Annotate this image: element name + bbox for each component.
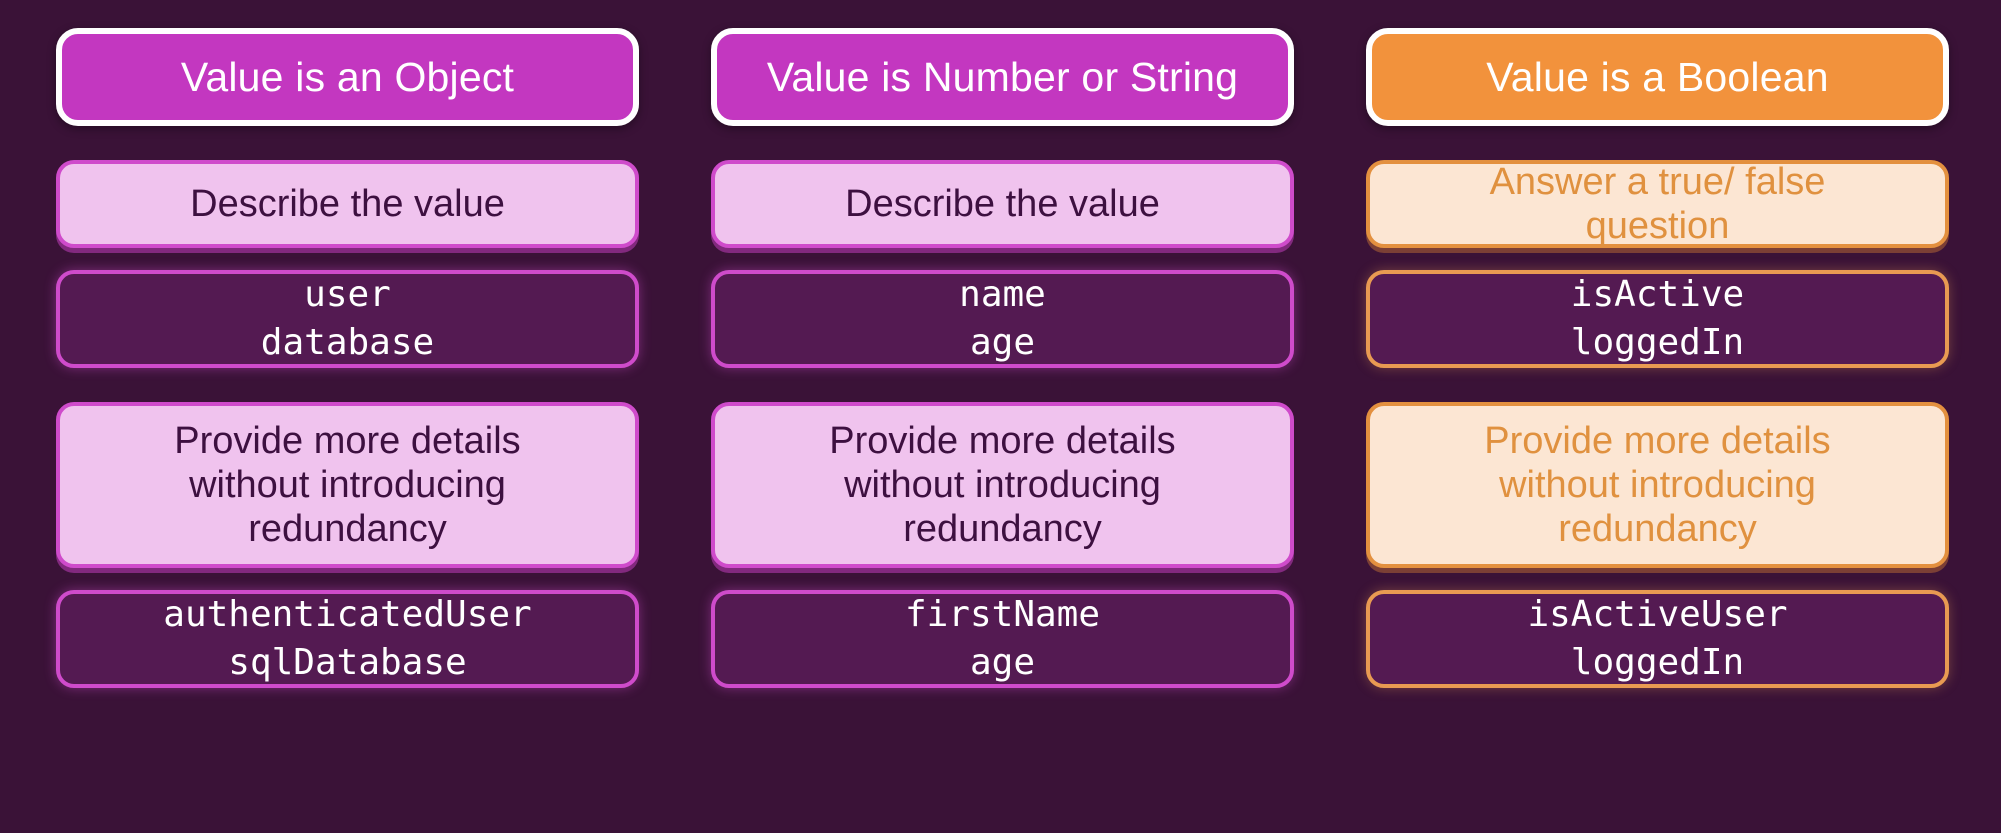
rule-secondary-object[interactable]: Provide more details without introducing… — [56, 402, 639, 568]
column-header-object[interactable]: Value is an Object — [56, 28, 639, 126]
column-header-label: Value is a Boolean — [1486, 53, 1829, 100]
example-secondary-text: firstName age — [904, 594, 1101, 683]
rule-secondary-boolean[interactable]: Provide more details without introducing… — [1366, 402, 1949, 568]
column-container: Value is an Object Describe the value us… — [0, 0, 2001, 833]
rule-primary-boolean[interactable]: Answer a true/ false question — [1366, 160, 1949, 248]
column-number-or-string: Value is Number or String Describe the v… — [711, 0, 1294, 833]
rule-primary-object[interactable]: Describe the value — [56, 160, 639, 248]
example-primary-text: user database — [260, 274, 435, 363]
rule-secondary-number-or-string[interactable]: Provide more details without introducing… — [711, 402, 1294, 568]
column-header-number-or-string[interactable]: Value is Number or String — [711, 28, 1294, 126]
example-secondary-text: isActiveUser loggedIn — [1527, 594, 1788, 683]
column-object: Value is an Object Describe the value us… — [56, 0, 639, 833]
rule-primary-text: Describe the value — [845, 182, 1160, 225]
rule-secondary-text: Provide more details without introducing… — [1484, 419, 1831, 551]
example-secondary-text: authenticatedUser sqlDatabase — [163, 594, 532, 683]
column-header-boolean[interactable]: Value is a Boolean — [1366, 28, 1949, 126]
example-primary-text: name age — [959, 274, 1046, 363]
rule-secondary-text: Provide more details without introducing… — [174, 419, 521, 551]
column-header-label: Value is Number or String — [766, 53, 1239, 100]
column-boolean: Value is a Boolean Answer a true/ false … — [1366, 0, 1949, 833]
rule-primary-number-or-string[interactable]: Describe the value — [711, 160, 1294, 248]
rule-primary-text: Answer a true/ false question — [1489, 160, 1826, 247]
rule-secondary-text: Provide more details without introducing… — [829, 419, 1176, 551]
example-secondary-boolean[interactable]: isActiveUser loggedIn — [1366, 590, 1949, 688]
example-primary-number-or-string[interactable]: name age — [711, 270, 1294, 368]
example-primary-boolean[interactable]: isActive loggedIn — [1366, 270, 1949, 368]
example-primary-text: isActive loggedIn — [1570, 274, 1745, 363]
naming-convention-board: Value is an Object Describe the value us… — [0, 0, 2001, 833]
example-primary-object[interactable]: user database — [56, 270, 639, 368]
column-header-label: Value is an Object — [180, 53, 515, 100]
rule-primary-text: Describe the value — [190, 182, 505, 225]
example-secondary-number-or-string[interactable]: firstName age — [711, 590, 1294, 688]
example-secondary-object[interactable]: authenticatedUser sqlDatabase — [56, 590, 639, 688]
